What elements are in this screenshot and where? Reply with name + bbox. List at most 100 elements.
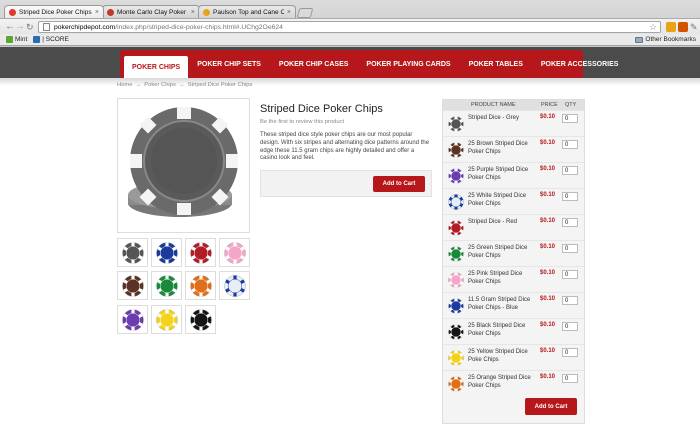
thumbnail-7[interactable] xyxy=(219,271,250,300)
back-arrow-icon[interactable]: ← xyxy=(5,22,15,32)
add-to-cart-button[interactable]: Add to Cart xyxy=(373,176,425,192)
main-nav: POKER CHIPS POKER CHIP SETS POKER CHIP C… xyxy=(120,50,618,78)
breadcrumb-separator: → xyxy=(178,82,185,88)
address-bar[interactable]: pokerchipdepot.com /index.php/striped-di… xyxy=(38,21,661,33)
row-product-name: 11.5 Gram Striped Dice Poker Chips - Blu… xyxy=(468,297,531,311)
breadcrumb-home[interactable]: Home xyxy=(117,82,132,88)
tab-title: Monte Carlo Clay Poker Chip xyxy=(117,8,188,16)
table-row: 25 Purple Striped Dice Poker Chips $0.10… xyxy=(443,162,584,188)
extension-icon[interactable] xyxy=(678,22,688,32)
row-qty-input[interactable]: 0 xyxy=(562,296,578,305)
browser-tab-3[interactable]: Paulson Top and Cane Clay P × xyxy=(198,5,296,18)
nav-poker-playing-cards[interactable]: POKER PLAYING CARDS xyxy=(357,50,459,78)
thumbnail-3[interactable] xyxy=(219,238,250,267)
nav-poker-accessories[interactable]: POKER ACCESSORIES xyxy=(532,50,628,78)
row-product-image[interactable] xyxy=(447,375,464,392)
col-price: PRICE xyxy=(541,102,558,108)
score-icon xyxy=(33,36,41,43)
bookmark-score[interactable]: | SCORE xyxy=(33,36,69,43)
row-qty-input[interactable]: 0 xyxy=(562,218,578,227)
row-price: $0.10 xyxy=(540,374,556,380)
table-row: Striped Dice - Red $0.10 0 xyxy=(443,214,584,240)
row-product-image[interactable] xyxy=(447,297,464,314)
bookmark-label: | SCORE xyxy=(42,36,69,43)
url-domain: pokerchipdepot.com xyxy=(54,23,116,31)
thumbnail-10[interactable] xyxy=(185,305,216,334)
other-bookmarks[interactable]: Other Bookmarks xyxy=(635,36,696,43)
row-price: $0.10 xyxy=(540,218,556,224)
row-product-image[interactable] xyxy=(447,323,464,340)
table-row: 25 Yellow Striped Dice Poke Chips $0.10 … xyxy=(443,344,584,370)
row-qty-input[interactable]: 0 xyxy=(562,322,578,331)
wrench-menu-icon[interactable]: ✎ xyxy=(690,22,698,32)
row-qty-input[interactable]: 0 xyxy=(562,270,578,279)
table-add-to-cart-button[interactable]: Add to Cart xyxy=(525,398,577,415)
table-row: 25 Green Striped Dice Poker Chips $0.10 … xyxy=(443,240,584,266)
nav-poker-tables[interactable]: POKER TABLES xyxy=(460,50,532,78)
poker-chip-icon xyxy=(121,308,144,331)
row-product-image[interactable] xyxy=(447,193,464,210)
row-qty-input[interactable]: 0 xyxy=(562,348,578,357)
row-price: $0.10 xyxy=(540,244,556,250)
row-price: $0.10 xyxy=(540,296,556,302)
toolbar: ← → ↻ pokerchipdepot.com /index.php/stri… xyxy=(0,18,700,34)
forward-arrow-icon[interactable]: → xyxy=(15,22,25,32)
thumbnail-9[interactable] xyxy=(151,305,182,334)
site-favicon-icon xyxy=(9,8,16,16)
page-icon xyxy=(43,23,50,31)
folder-icon xyxy=(635,36,644,43)
poker-chip-icon xyxy=(189,241,212,264)
extension-icon[interactable] xyxy=(666,22,676,32)
browser-tab-1[interactable]: Striped Dice Poker Chips - P × xyxy=(4,5,104,18)
breadcrumb-poker-chips[interactable]: Poker Chips xyxy=(144,82,176,88)
bookmark-mint[interactable]: Mint xyxy=(6,36,27,43)
row-qty-input[interactable]: 0 xyxy=(562,140,578,149)
tab-close-icon[interactable]: × xyxy=(191,9,195,16)
browser-tab-2[interactable]: Monte Carlo Clay Poker Chip × xyxy=(102,5,200,18)
nav-poker-chip-cases[interactable]: POKER CHIP CASES xyxy=(270,50,358,78)
row-qty-input[interactable]: 0 xyxy=(562,374,578,383)
row-product-image[interactable] xyxy=(447,349,464,366)
new-tab-button[interactable] xyxy=(296,8,314,18)
breadcrumb-separator: → xyxy=(135,82,142,88)
poker-chip-icon xyxy=(447,219,464,236)
row-product-image[interactable] xyxy=(447,271,464,288)
thumbnail-8[interactable] xyxy=(117,305,148,334)
row-qty-input[interactable]: 0 xyxy=(562,244,578,253)
poker-chip-icon xyxy=(447,297,464,314)
row-price: $0.10 xyxy=(540,140,556,146)
thumbnail-2[interactable] xyxy=(185,238,216,267)
other-bookmarks-label: Other Bookmarks xyxy=(645,36,696,43)
thumbnail-5[interactable] xyxy=(151,271,182,300)
thumbnail-6[interactable] xyxy=(185,271,216,300)
product-title: Striped Dice Poker Chips xyxy=(260,103,383,115)
col-product-name: PRODUCT NAME xyxy=(471,102,516,108)
mint-icon xyxy=(6,36,13,43)
reload-icon[interactable]: ↻ xyxy=(26,22,34,32)
row-qty-input[interactable]: 0 xyxy=(562,114,578,123)
thumbnail-4[interactable] xyxy=(117,271,148,300)
row-qty-input[interactable]: 0 xyxy=(562,192,578,201)
thumbnail-1[interactable] xyxy=(151,238,182,267)
row-product-image[interactable] xyxy=(447,115,464,132)
product-image[interactable] xyxy=(117,98,250,233)
row-product-name: 25 Pink Striped Dice Poker Chips xyxy=(468,271,523,285)
row-product-image[interactable] xyxy=(447,141,464,158)
thumbnail-0[interactable] xyxy=(117,238,148,267)
nav-poker-chip-sets[interactable]: POKER CHIP SETS xyxy=(188,50,270,78)
tab-close-icon[interactable]: × xyxy=(287,9,291,16)
row-product-image[interactable] xyxy=(447,219,464,236)
row-qty-input[interactable]: 0 xyxy=(562,166,578,175)
row-price: $0.10 xyxy=(540,270,556,276)
row-product-name: 25 Green Striped Dice Poker Chips xyxy=(468,245,528,259)
tab-close-icon[interactable]: × xyxy=(95,9,99,16)
review-link[interactable]: Be the first to review this product xyxy=(260,119,344,125)
row-price: $0.10 xyxy=(540,166,556,172)
row-price: $0.10 xyxy=(540,192,556,198)
row-product-image[interactable] xyxy=(447,245,464,262)
row-product-image[interactable] xyxy=(447,167,464,184)
bookmark-star-icon[interactable]: ☆ xyxy=(649,22,657,33)
tab-strip: Striped Dice Poker Chips - P × Monte Car… xyxy=(0,3,700,18)
poker-chip-icon xyxy=(121,241,144,264)
nav-poker-chips[interactable]: POKER CHIPS xyxy=(124,56,189,78)
